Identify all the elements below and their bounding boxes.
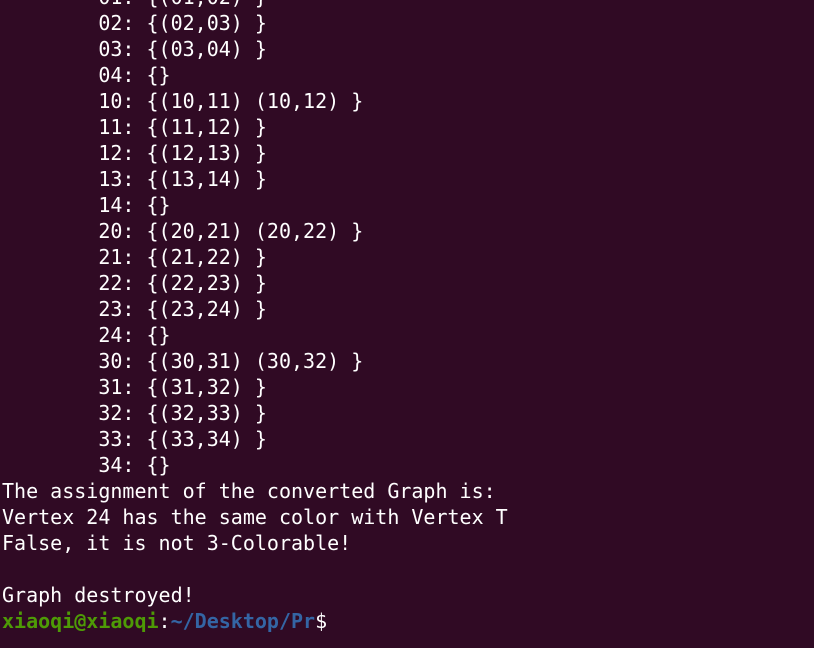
output-line: 31: {(31,32) } [2, 375, 267, 399]
output-line: 23: {(23,24) } [2, 297, 267, 321]
output-line: 32: {(32,33) } [2, 401, 267, 425]
output-line: 03: {(03,04) } [2, 37, 267, 61]
output-line: Vertex 24 has the same color with Vertex… [2, 505, 508, 529]
output-line: 21: {(21,22) } [2, 245, 267, 269]
prompt-symbol: $ [315, 609, 328, 633]
output-line: 01: {(01,02) } [2, 0, 814, 10]
output-line: 11: {(11,12) } [2, 115, 267, 139]
terminal-window[interactable]: 01: {(01,02) } 02: {(02,03) } 03: {(03,0… [0, 0, 814, 648]
shell-prompt[interactable]: xiaoqi@xiaoqi:~/Desktop/Pr$ [2, 608, 814, 634]
output-line: 30: {(30,31) (30,32) } [2, 349, 364, 373]
output-line: False, it is not 3-Colorable! [2, 531, 352, 555]
output-line: The assignment of the converted Graph is… [2, 479, 496, 503]
prompt-user-host: xiaoqi@xiaoqi [2, 609, 159, 633]
terminal-output: 01: {(01,02) } 02: {(02,03) } 03: {(03,0… [2, 0, 814, 634]
output-line: 24: {} [2, 323, 171, 347]
output-line: 13: {(13,14) } [2, 167, 267, 191]
output-line: 14: {} [2, 193, 171, 217]
output-line: Graph destroyed! [2, 583, 195, 607]
output-line: 20: {(20,21) (20,22) } [2, 219, 364, 243]
output-line: 04: {} [2, 63, 171, 87]
output-line: 22: {(22,23) } [2, 271, 267, 295]
output-line: 34: {} [2, 453, 171, 477]
output-line: 12: {(12,13) } [2, 141, 267, 165]
output-line: 02: {(02,03) } [2, 11, 267, 35]
output-line: 33: {(33,34) } [2, 427, 267, 451]
prompt-separator: : [158, 609, 171, 633]
output-line: 10: {(10,11) (10,12) } [2, 89, 364, 113]
prompt-path: ~/Desktop/Pr [170, 609, 316, 633]
